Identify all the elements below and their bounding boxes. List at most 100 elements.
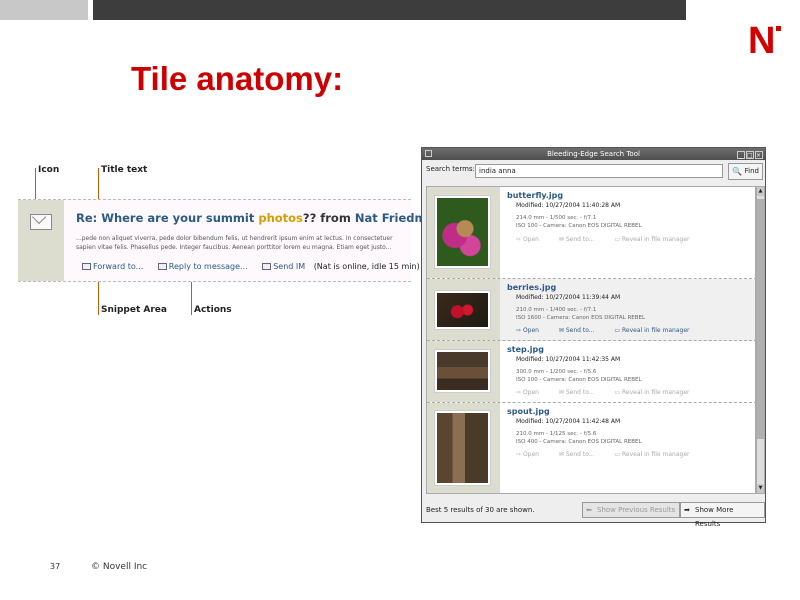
forward-label: Forward to...: [93, 262, 144, 271]
results-list: butterfly.jpg Modified: 10/27/2004 11:40…: [426, 186, 756, 494]
tile-snippet: ...pede non aliquet viverra, pede dolor …: [76, 235, 393, 251]
send-label: Send to...: [565, 389, 595, 396]
maximize-icon[interactable]: □: [746, 151, 754, 159]
reveal-action[interactable]: ▭ Reveal in file manager: [614, 236, 698, 243]
result-filename[interactable]: butterfly.jpg: [507, 191, 563, 200]
send-action[interactable]: ✉ Send to...: [559, 451, 604, 458]
callout-icon: Icon: [38, 165, 60, 175]
copyright: © Novell Inc: [91, 562, 148, 572]
open-label: Open: [522, 236, 539, 243]
tile-title-highlight: photos: [258, 211, 303, 225]
window-titlebar[interactable]: Bleeding-Edge Search Tool _ □ ×: [422, 148, 765, 160]
result-meta: 214.0 mm - 1/500 sec. - f/7.1 ISO 100 - C…: [516, 214, 642, 230]
reveal-action[interactable]: ▭ Reveal in file manager: [614, 327, 698, 334]
tile-title-mid: ?? from: [302, 211, 355, 225]
thumbnail-column: [427, 187, 500, 278]
result-meta-line: 210.0 mm - 1/400 sec. - f/7.1: [516, 307, 597, 313]
forward-action[interactable]: Forward to...: [82, 262, 149, 271]
list-item[interactable]: berries.jpg Modified: 10/27/2004 11:39:4…: [427, 279, 755, 341]
result-meta-line: 214.0 mm - 1/500 sec. - f/7.1: [516, 215, 597, 221]
reply-icon: [157, 263, 167, 270]
thumbnail-column: [427, 279, 500, 340]
open-action[interactable]: ⇨ Open: [516, 451, 548, 458]
callout-snippet-area: Snippet Area: [101, 305, 167, 315]
open-label: Open: [522, 327, 539, 334]
im-status: (Nat is online, idle 15 min): [313, 262, 420, 271]
result-meta-line: 300.0 mm - 1/200 sec. - f/5.6: [516, 369, 597, 375]
send-im-action[interactable]: Send IM (Nat is online, idle 15 min): [262, 262, 426, 271]
step-thumbnail: [434, 349, 491, 393]
close-icon[interactable]: ×: [755, 151, 763, 159]
send-im-label: Send IM: [273, 262, 306, 271]
result-filename[interactable]: spout.jpg: [507, 407, 550, 416]
envelope-icon: [30, 214, 52, 230]
top-bar-right: [93, 0, 686, 20]
open-action[interactable]: ⇨ Open: [516, 327, 548, 334]
reveal-label: Reveal in file manager: [622, 236, 690, 243]
send-action[interactable]: ✉ Send to...: [559, 327, 604, 334]
reply-label: Reply to message...: [168, 262, 248, 271]
open-action[interactable]: ⇨ Open: [516, 236, 548, 243]
result-modified: Modified: 10/27/2004 11:42:48 AM: [516, 418, 621, 425]
butterfly-thumbnail: [434, 195, 491, 269]
scrollbar-thumb[interactable]: [757, 199, 764, 439]
result-modified: Modified: 10/27/2004 11:40:28 AM: [516, 202, 621, 209]
result-meta-line: 210.0 mm - 1/125 sec. - f/5.6: [516, 431, 597, 437]
results-scrollbar[interactable]: ▲ ▼: [756, 186, 765, 494]
show-more-button[interactable]: Show More Results: [680, 502, 765, 528]
result-actions: ⇨ Open ✉ Send to... ▭ Reveal in file man…: [516, 327, 707, 334]
result-meta: 300.0 mm - 1/200 sec. - f/5.6 ISO 100 - C…: [516, 368, 642, 384]
reveal-label: Reveal in file manager: [622, 389, 690, 396]
find-button[interactable]: Find: [728, 163, 763, 180]
tile-actions: Forward to... Reply to message... Send I…: [82, 262, 432, 271]
list-item[interactable]: spout.jpg Modified: 10/27/2004 11:42:48 …: [427, 403, 755, 493]
tile-example: Re: Where are your summit photos?? from …: [18, 199, 442, 282]
result-modified: Modified: 10/27/2004 11:42:35 AM: [516, 356, 621, 363]
result-meta-line: ISO 100 - Camera: Canon EOS DIGITAL REBE…: [516, 377, 642, 383]
result-modified: Modified: 10/27/2004 11:39:44 AM: [516, 294, 621, 301]
search-label: Search terms:: [426, 165, 475, 173]
callout-title-text: Title text: [101, 165, 148, 175]
result-filename[interactable]: berries.jpg: [507, 283, 556, 292]
spout-thumbnail: [434, 410, 491, 486]
berries-thumbnail: [434, 290, 491, 330]
search-tool-window: Bleeding-Edge Search Tool _ □ × Search ter…: [421, 147, 766, 528]
result-actions: ⇨ Open ✉ Send to... ▭ Reveal in file man…: [516, 451, 707, 458]
list-item[interactable]: step.jpg Modified: 10/27/2004 11:42:35 A…: [427, 341, 755, 403]
send-action[interactable]: ✉ Send to...: [559, 389, 604, 396]
search-input[interactable]: india anna: [475, 164, 723, 178]
status-text: Best 5 results of 30 are shown.: [426, 506, 535, 514]
tile-icon-column: [18, 200, 64, 281]
tile-title-prefix: Re: Where are your summit: [76, 211, 259, 225]
reveal-action[interactable]: ▭ Reveal in file manager: [614, 451, 698, 458]
page-number: 37: [50, 562, 61, 571]
thumbnail-column: [427, 341, 500, 402]
top-bar-left: [0, 0, 88, 20]
reveal-label: Reveal in file manager: [622, 327, 690, 334]
reply-action[interactable]: Reply to message...: [157, 262, 254, 271]
scroll-down-icon[interactable]: ▼: [757, 484, 764, 493]
slide-title: Tile anatomy:: [131, 60, 344, 97]
window-menu-icon[interactable]: [425, 150, 432, 157]
result-meta: 210.0 mm - 1/125 sec. - f/5.6 ISO 400 - C…: [516, 430, 642, 446]
result-actions: ⇨ Open ✉ Send to... ▭ Reveal in file man…: [516, 389, 707, 396]
novell-logo: N: [748, 20, 781, 63]
tile-title[interactable]: Re: Where are your summit photos?? from …: [76, 211, 442, 225]
reveal-action[interactable]: ▭ Reveal in file manager: [614, 389, 698, 396]
result-filename[interactable]: step.jpg: [507, 345, 544, 354]
thumbnail-column: [427, 403, 500, 493]
result-meta-line: ISO 400 - Camera: Canon EOS DIGITAL REBE…: [516, 439, 642, 445]
list-item[interactable]: butterfly.jpg Modified: 10/27/2004 11:40…: [427, 187, 755, 279]
open-label: Open: [522, 451, 539, 458]
scroll-up-icon[interactable]: ▲: [757, 187, 764, 196]
forward-icon: [82, 263, 91, 270]
open-action[interactable]: ⇨ Open: [516, 389, 548, 396]
result-actions: ⇨ Open ✉ Send to... ▭ Reveal in file man…: [516, 236, 707, 243]
send-label: Send to...: [565, 451, 595, 458]
show-previous-button[interactable]: Show Previous Results: [582, 502, 681, 518]
open-label: Open: [522, 389, 539, 396]
minimize-icon[interactable]: _: [737, 151, 745, 159]
send-label: Send to...: [565, 327, 595, 334]
send-action[interactable]: ✉ Send to...: [559, 236, 604, 243]
callout-actions: Actions: [194, 305, 232, 315]
